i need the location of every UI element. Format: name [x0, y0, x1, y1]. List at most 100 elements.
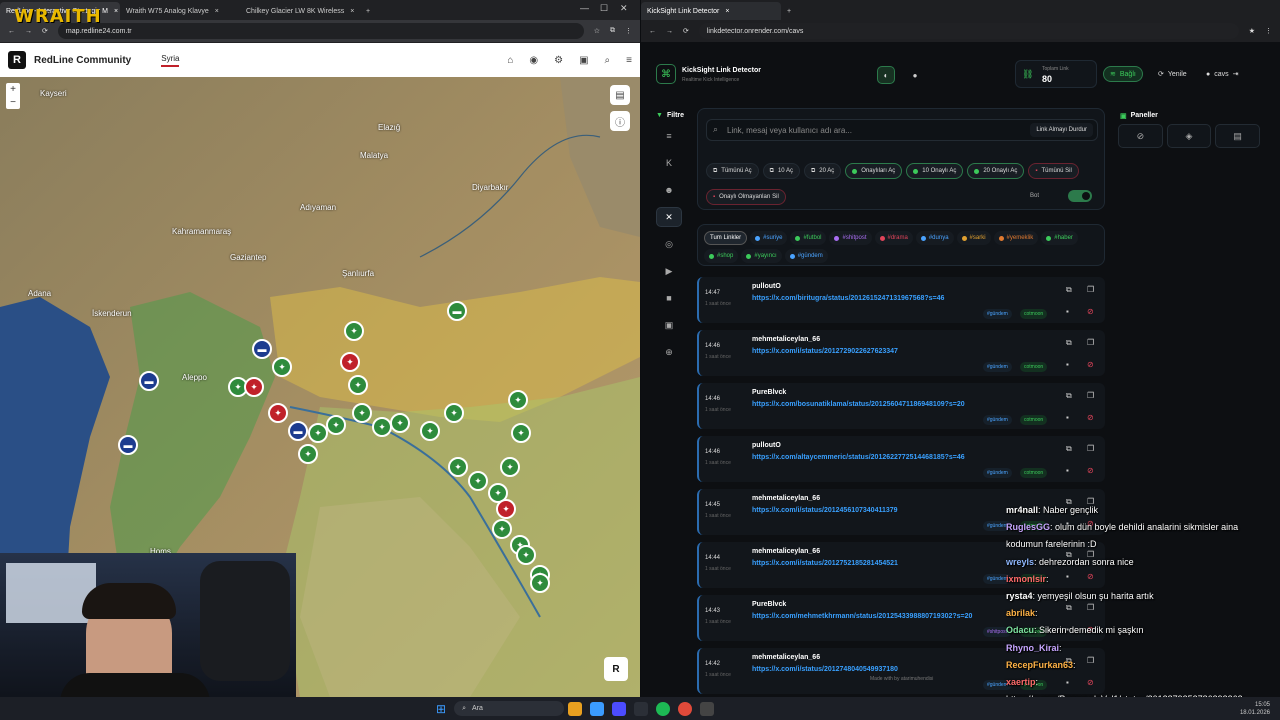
map-marker[interactable]: ▬ — [447, 301, 467, 321]
map-marker[interactable]: ✦ — [308, 423, 328, 443]
search-icon[interactable]: ⌕ — [605, 55, 611, 66]
star-icon[interactable]: ☆ — [594, 27, 600, 35]
copy-icon[interactable]: ❐ — [1087, 285, 1094, 294]
link-item[interactable]: 14:47 1 saat önce pulloutO https://x.com/bi… — [697, 277, 1105, 323]
map-marker[interactable]: ✦ — [340, 352, 360, 372]
reload-icon[interactable]: ⟳ — [683, 27, 689, 35]
trash-icon[interactable]: ▪ — [1066, 466, 1069, 475]
taskbar-search[interactable]: ⌕ Ara — [454, 701, 565, 716]
trash-icon[interactable]: ▪ — [1066, 413, 1069, 422]
sidebar-item-users[interactable]: ☻ — [656, 180, 682, 200]
block-icon[interactable]: ⊘ — [1087, 360, 1094, 369]
close-icon[interactable]: × — [215, 8, 219, 15]
trash-icon[interactable]: ▪ — [1066, 572, 1069, 581]
edge-icon[interactable] — [590, 701, 605, 716]
url-field[interactable]: map.redline24.com.tr — [57, 23, 584, 39]
map-marker[interactable]: ▬ — [252, 339, 272, 359]
open-link-icon[interactable]: ⧉ — [1066, 338, 1072, 348]
open-approved-button[interactable]: Onaylıları Aç — [845, 163, 903, 179]
map-marker[interactable]: ✦ — [492, 519, 512, 539]
minimize-icon[interactable]: — — [580, 3, 589, 13]
open-20-approved-button[interactable]: 20 Onaylı Aç — [967, 163, 1025, 179]
map-marker[interactable]: ✦ — [372, 417, 392, 437]
tag-icon[interactable]: ⌂ — [507, 55, 513, 66]
map-marker[interactable]: ✦ — [272, 357, 292, 377]
link-item[interactable]: 14:42 1 saat önce mehmetaliceylan_66 https:… — [697, 648, 1105, 694]
map-marker[interactable]: ✦ — [500, 457, 520, 477]
delete-all-button[interactable]: ▪ Tümünü Sil — [1028, 163, 1079, 179]
link-item[interactable]: 14:46 1 saat önce mehmetaliceylan_66 https:… — [697, 330, 1105, 376]
tab-kicksight[interactable]: KickSight Link Detector × — [641, 2, 781, 20]
tag-filter[interactable]: #yayıncı — [741, 249, 782, 263]
zoom-in-button[interactable]: + — [6, 83, 20, 96]
map-marker[interactable]: ✦ — [352, 403, 372, 423]
open-link-icon[interactable]: ⧉ — [1066, 444, 1072, 454]
map-marker[interactable]: ▬ — [288, 421, 308, 441]
theme-icon[interactable]: ◐ — [877, 66, 895, 84]
star-icon[interactable]: ★ — [1249, 27, 1255, 35]
copy-icon[interactable]: ❐ — [1087, 603, 1094, 612]
x-app-icon[interactable] — [700, 701, 715, 716]
tag-filter[interactable]: #haber — [1041, 231, 1078, 245]
close-icon[interactable]: × — [114, 8, 118, 15]
region-tab[interactable]: Syria — [161, 54, 180, 67]
chrome-icon[interactable] — [678, 701, 693, 716]
close-icon[interactable]: × — [350, 8, 354, 15]
back-icon[interactable]: ← — [649, 28, 656, 35]
redline-logo[interactable]: R — [8, 51, 26, 69]
shield-icon[interactable]: ◈ — [1166, 124, 1212, 148]
menu-icon[interactable]: ⋮ — [625, 27, 632, 35]
trash-icon[interactable]: ▪ — [1066, 307, 1069, 316]
tag-filter[interactable]: #shop — [704, 249, 739, 263]
tag-filter[interactable]: #shitpost — [829, 231, 872, 245]
tab-wraith[interactable]: Wraith W75 Analog Klavye × — [120, 2, 240, 20]
link-url[interactable]: https://x.com/altaycemmeric/status/20126… — [752, 454, 965, 461]
sidebar-item-list[interactable]: ≡ — [656, 126, 682, 146]
open-10-button[interactable]: ⧉ 10 Aç — [762, 163, 800, 179]
zoom-out-button[interactable]: − — [6, 96, 20, 109]
stop-links-button[interactable]: Link Almayı Durdur — [1030, 123, 1093, 137]
open-all-button[interactable]: ⧉ Tümünü Aç — [706, 163, 759, 179]
copy-icon[interactable]: ❐ — [1087, 338, 1094, 347]
open-link-icon[interactable]: ⧉ — [1066, 285, 1072, 295]
map-marker[interactable]: ✦ — [448, 457, 468, 477]
sidebar-item-globe[interactable]: ⊕ — [656, 342, 682, 362]
tag-filter[interactable]: #futbol — [790, 231, 827, 245]
map-marker[interactable]: ✦ — [390, 413, 410, 433]
tag-filter[interactable]: Tum Linkler — [704, 231, 748, 245]
link-url[interactable]: https://x.com/i/status/20124561073404113… — [752, 507, 898, 514]
trash-icon[interactable]: ▪ — [1066, 360, 1069, 369]
maximize-icon[interactable]: ☐ — [600, 3, 608, 14]
map-marker[interactable]: ✦ — [298, 444, 318, 464]
link-url[interactable]: https://x.com/mehmetkhrmann/status/20125… — [752, 613, 972, 620]
tag-filter[interactable]: #drama — [874, 231, 913, 245]
close-window-icon[interactable]: ✕ — [620, 3, 628, 14]
sidebar-item-x[interactable]: ✕ — [656, 207, 682, 227]
spotify-icon[interactable] — [656, 701, 671, 716]
block-icon[interactable]: ⊘ — [1087, 678, 1094, 687]
sidebar-item-instagram[interactable]: ◎ — [656, 234, 682, 254]
reload-icon[interactable]: ⟳ — [42, 27, 48, 35]
refresh-button[interactable]: ⟳ Yenile — [1152, 66, 1193, 82]
tag-filter[interactable]: #suriye — [750, 231, 788, 245]
sidebar-item-video[interactable]: ■ — [656, 288, 682, 308]
block-icon[interactable]: ⊘ — [1087, 413, 1094, 422]
map-marker[interactable]: ✦ — [444, 403, 464, 423]
map-book-icon[interactable]: ▤ — [610, 85, 630, 105]
sidebar-item-kick[interactable]: K — [656, 153, 682, 173]
map-marker[interactable]: ✦ — [496, 499, 516, 519]
map-marker[interactable]: ✦ — [244, 377, 264, 397]
map-marker[interactable]: ✦ — [348, 375, 368, 395]
forward-icon[interactable]: → — [25, 28, 32, 35]
tag-filter[interactable]: #dunya — [915, 231, 954, 245]
copy-icon[interactable]: ❐ — [1087, 656, 1094, 665]
user-menu-button[interactable]: ● cavs ⇥ — [1200, 66, 1245, 82]
map-marker[interactable]: ✦ — [516, 545, 536, 565]
menu-icon[interactable]: ⋮ — [1265, 27, 1272, 35]
link-url[interactable]: https://x.com/i/status/20127521852814545… — [752, 560, 898, 567]
link-url[interactable]: https://x.com/biritugra/status/201261524… — [752, 295, 944, 302]
link-item[interactable]: 14:46 1 saat önce PureBlvck https://x.com/b… — [697, 383, 1105, 429]
file-explorer-icon[interactable] — [568, 701, 583, 716]
url-field[interactable]: linkdetector.onrender.com/cavs — [698, 23, 1239, 39]
settings-gear-icon[interactable]: ⚙ — [554, 55, 563, 66]
